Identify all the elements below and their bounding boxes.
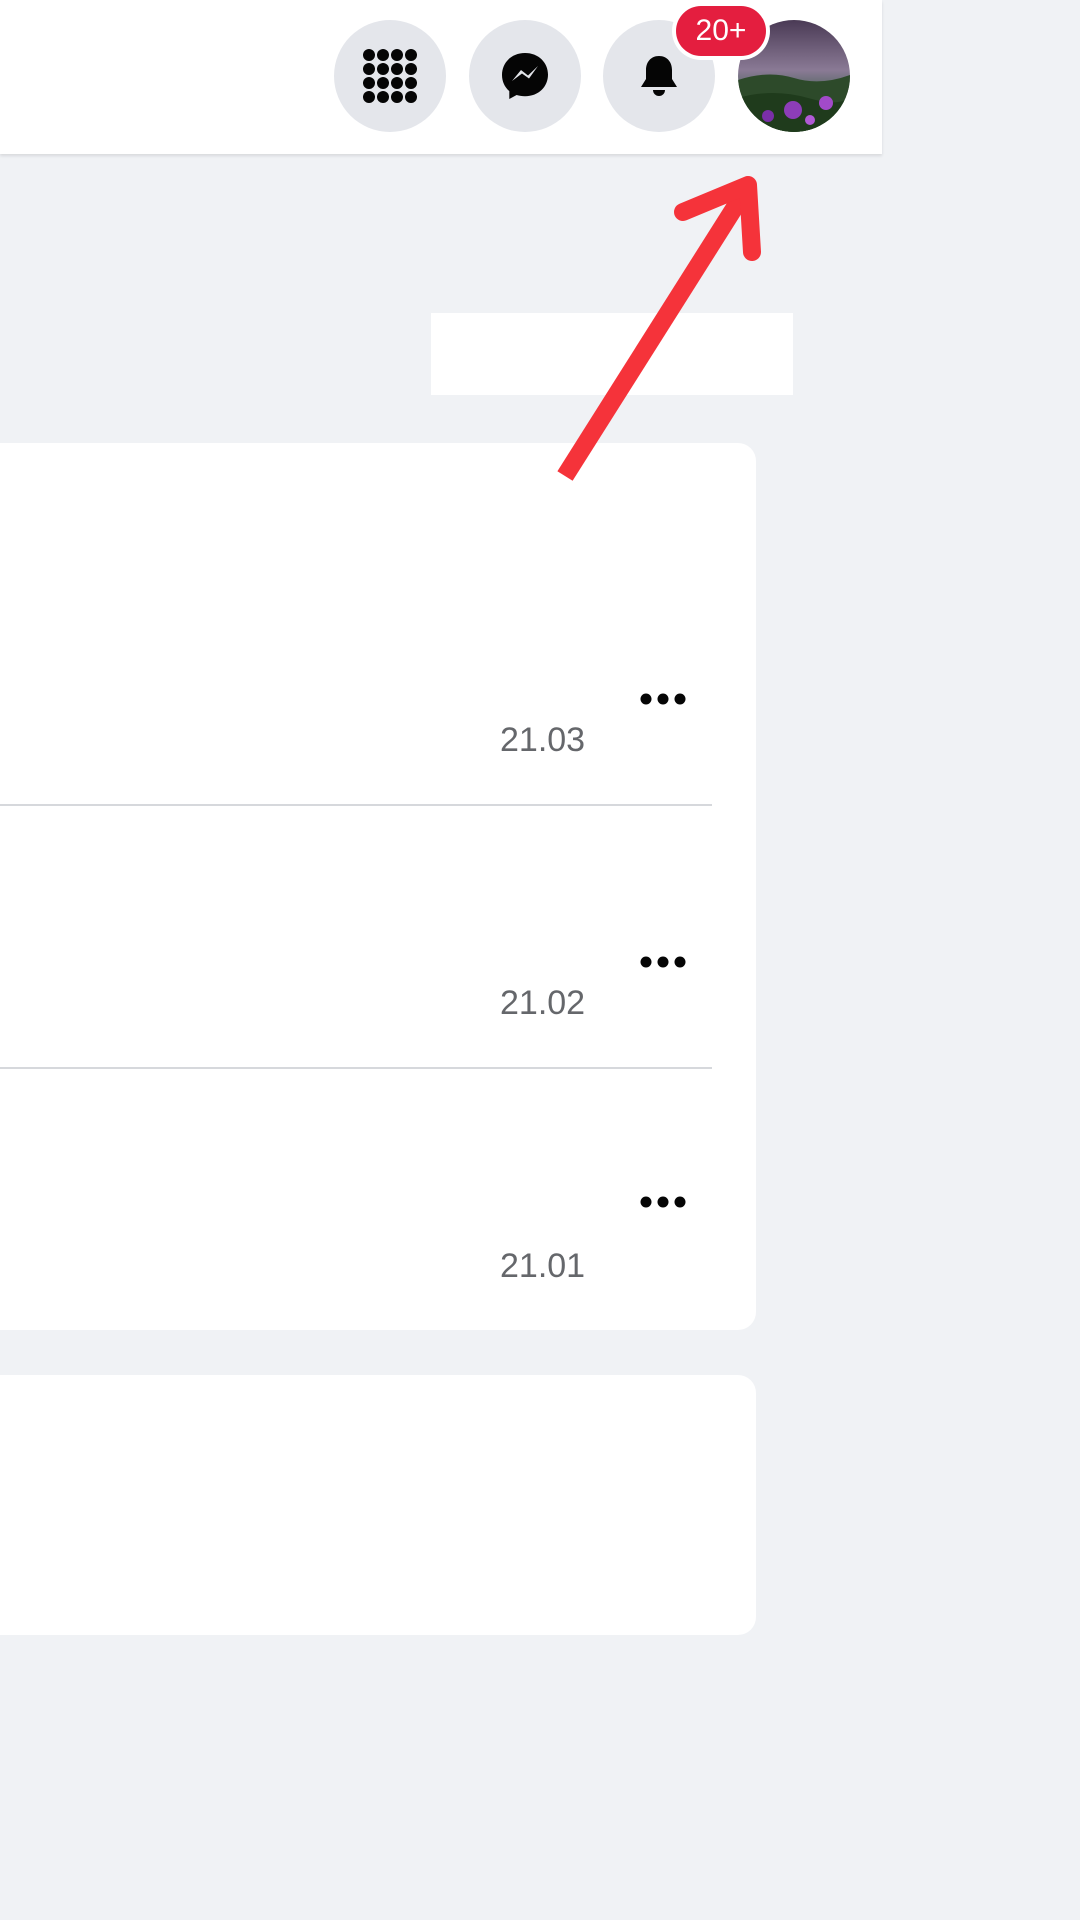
post-date: 21.01	[500, 1247, 586, 1285]
second-card	[0, 1375, 756, 1635]
messenger-button[interactable]	[469, 20, 581, 132]
notification-count-badge: 20+	[676, 6, 766, 56]
bell-icon	[641, 56, 677, 96]
more-options-icon[interactable]	[640, 954, 686, 970]
list-item: 21.03	[0, 443, 756, 805]
activity-card: 21.03 21.02 21.01	[0, 443, 756, 1330]
top-navigation-bar: 20+	[0, 0, 882, 154]
list-item: 21.01	[0, 1069, 756, 1330]
post-date: 21.02	[500, 984, 586, 1022]
list-item: 21.02	[0, 806, 756, 1068]
header-placeholder-box	[431, 313, 793, 395]
post-date: 21.03	[500, 721, 586, 759]
menu-grid-icon	[363, 49, 417, 103]
menu-button[interactable]	[334, 20, 446, 132]
messenger-icon	[502, 53, 548, 99]
more-options-icon[interactable]	[640, 1194, 686, 1210]
more-options-icon[interactable]	[640, 691, 686, 707]
